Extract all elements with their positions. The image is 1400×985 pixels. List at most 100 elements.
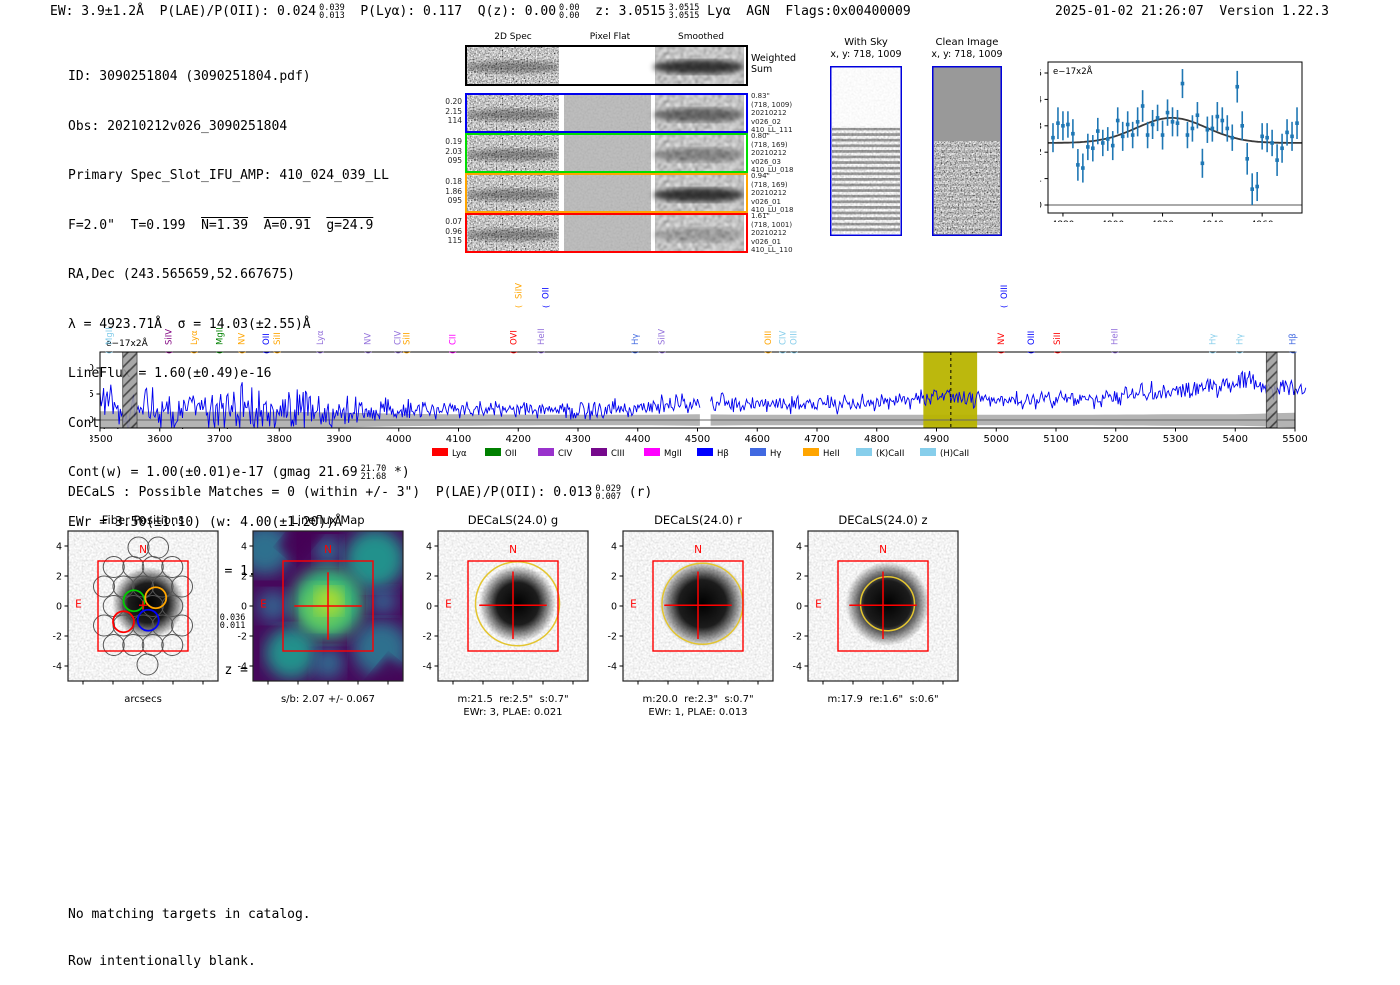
with-sky-title: With Sky (844, 37, 888, 48)
svg-text:4940: 4940 (1201, 220, 1224, 222)
svg-text:(: ( (537, 351, 546, 354)
svg-text:Hγ: Hγ (1235, 334, 1245, 345)
svg-text:Hγ: Hγ (631, 334, 641, 345)
fiber-weight-labels: 0.18 1.86 095 (445, 177, 462, 205)
report-datetime: 2025-01-02 21:26:07 (1055, 4, 1204, 19)
svg-text:5000: 5000 (984, 434, 1009, 445)
panel-image-fiber: NE-4-4-2-2002244 (53, 530, 219, 685)
svg-text:HeII: HeII (823, 449, 840, 459)
svg-text:4700: 4700 (804, 434, 829, 445)
svg-text:(: ( (1053, 351, 1062, 354)
svg-text:OII: OII (505, 449, 517, 459)
panel-title: Fiber Positions (101, 513, 185, 527)
svg-text:(: ( (514, 305, 523, 308)
svg-text:MgII: MgII (664, 449, 682, 459)
svg-text:(K)CaII: (K)CaII (876, 449, 904, 459)
svg-text:4: 4 (241, 542, 247, 553)
svg-text:(: ( (541, 305, 550, 308)
z-error-stack: 3.0515 3.0515 (668, 3, 700, 21)
svg-text:Hγ: Hγ (1209, 334, 1219, 345)
svg-text:MgII: MgII (216, 327, 226, 345)
svg-text:4880: 4880 (1051, 220, 1074, 222)
svg-text:SiIV: SiIV (658, 329, 668, 345)
svg-text:2: 2 (241, 572, 247, 583)
svg-text:4900: 4900 (1101, 220, 1124, 222)
clean-image-coords: x, y: 718, 1009 (931, 49, 1003, 60)
svg-text:1: 1 (1040, 175, 1042, 185)
svg-text:Hβ: Hβ (717, 449, 729, 459)
col-header-pixelflat: Pixel Flat (589, 32, 631, 42)
svg-text:2.5: 2.5 (90, 389, 94, 400)
svg-text:0: 0 (796, 602, 802, 613)
svg-text:3800: 3800 (267, 434, 292, 445)
svg-text:SiIV: SiIV (514, 283, 524, 299)
panel-sb-caption: s/b: 2.07 +/- 0.067 (280, 694, 376, 705)
svg-text:E: E (445, 599, 452, 611)
panel-title: DECaLS(24.0) z (838, 513, 928, 527)
plae-error-stack: 0.039 0.013 (319, 3, 345, 21)
svg-text:4300: 4300 (565, 434, 590, 445)
catalog-note-line2: Row intentionally blank. (68, 953, 256, 969)
svg-text:SiII: SiII (403, 332, 413, 345)
svg-text:4: 4 (796, 542, 802, 553)
svg-text:-2: -2 (793, 632, 802, 643)
svg-text:4100: 4100 (446, 434, 471, 445)
svg-text:0: 0 (241, 602, 247, 613)
svg-text:4800: 4800 (864, 434, 889, 445)
svg-text:4900: 4900 (924, 434, 949, 445)
svg-text:E: E (815, 599, 822, 611)
fiber-annotation: 1.61" (718, 1001) 20210212 v026_01 410_LL_11… (751, 212, 793, 255)
svg-text:(: ( (363, 351, 372, 354)
col-header-2dspec: 2D Spec (494, 32, 532, 42)
svg-text:4920: 4920 (1151, 220, 1174, 222)
svg-text:5300: 5300 (1163, 434, 1188, 445)
report-version: Version 1.22.3 (1219, 4, 1329, 19)
svg-text:(: ( (215, 351, 224, 354)
svg-text:(: ( (1110, 351, 1119, 354)
svg-text:5500: 5500 (1282, 434, 1307, 445)
fiber-weight-labels: 0.07 0.96 115 (445, 217, 462, 245)
svg-text:OII: OII (542, 287, 552, 299)
svg-text:4: 4 (56, 542, 62, 553)
svg-text:(: ( (316, 351, 325, 354)
panel-mag-caption: m:20.0 re:2.3" s:0.7" (642, 694, 754, 705)
svg-text:E: E (260, 599, 267, 611)
svg-text:(: ( (393, 351, 402, 354)
panel-ewr-caption: EWr: 3, PLAE: 0.021 (463, 707, 563, 718)
svg-text:CIII: CIII (611, 449, 624, 459)
header-z: z: 3.0515 (579, 4, 666, 19)
qz-error-stack: 0.00 0.00 (559, 3, 580, 21)
svg-text:2: 2 (56, 572, 62, 583)
svg-text:N: N (879, 544, 887, 556)
svg-text:N: N (324, 544, 332, 556)
fiber-annotation: 0.94" (718, 169) 20210212 v026_01 410_LU_018 (751, 172, 794, 215)
svg-text:0.0: 0.0 (90, 415, 94, 426)
clean-image-title: Clean Image (935, 37, 999, 48)
svg-text:OIII: OIII (1027, 331, 1037, 345)
weighted-sum-row (465, 45, 748, 86)
svg-text:Lyα: Lyα (452, 449, 467, 459)
weighted-sum-label: Weighted Sum (751, 53, 796, 75)
svg-text:(: ( (778, 351, 787, 354)
svg-text:-4: -4 (793, 662, 802, 673)
svg-text:(: ( (190, 351, 199, 354)
svg-text:OIII: OIII (1000, 285, 1010, 299)
svg-text:0: 0 (56, 602, 62, 613)
svg-text:CIV: CIV (558, 449, 572, 459)
svg-text:5400: 5400 (1223, 434, 1248, 445)
info-obs: Obs: 20210212v026_3090251804 (68, 118, 288, 134)
svg-text:4200: 4200 (506, 434, 531, 445)
svg-text:4960: 4960 (1251, 220, 1274, 222)
svg-text:(: ( (262, 351, 271, 354)
panel-image-lineflux: NE-4-4-2-2002244 (238, 530, 404, 685)
svg-text:(: ( (789, 351, 798, 354)
svg-text:0: 0 (1040, 201, 1042, 211)
svg-text:0: 0 (611, 602, 617, 613)
svg-text:4: 4 (1040, 95, 1042, 105)
info-seeing-line: F=2.0" T=0.199 N=1.39 A=0.91 g=24.9 (68, 217, 374, 233)
svg-text:4400: 4400 (625, 434, 650, 445)
svg-text:Hγ: Hγ (770, 449, 781, 459)
svg-text:CII: CII (449, 334, 459, 345)
svg-text:CIV: CIV (778, 331, 788, 345)
decals-match-line: DECaLS : Possible Matches = 0 (within +/… (68, 484, 653, 502)
